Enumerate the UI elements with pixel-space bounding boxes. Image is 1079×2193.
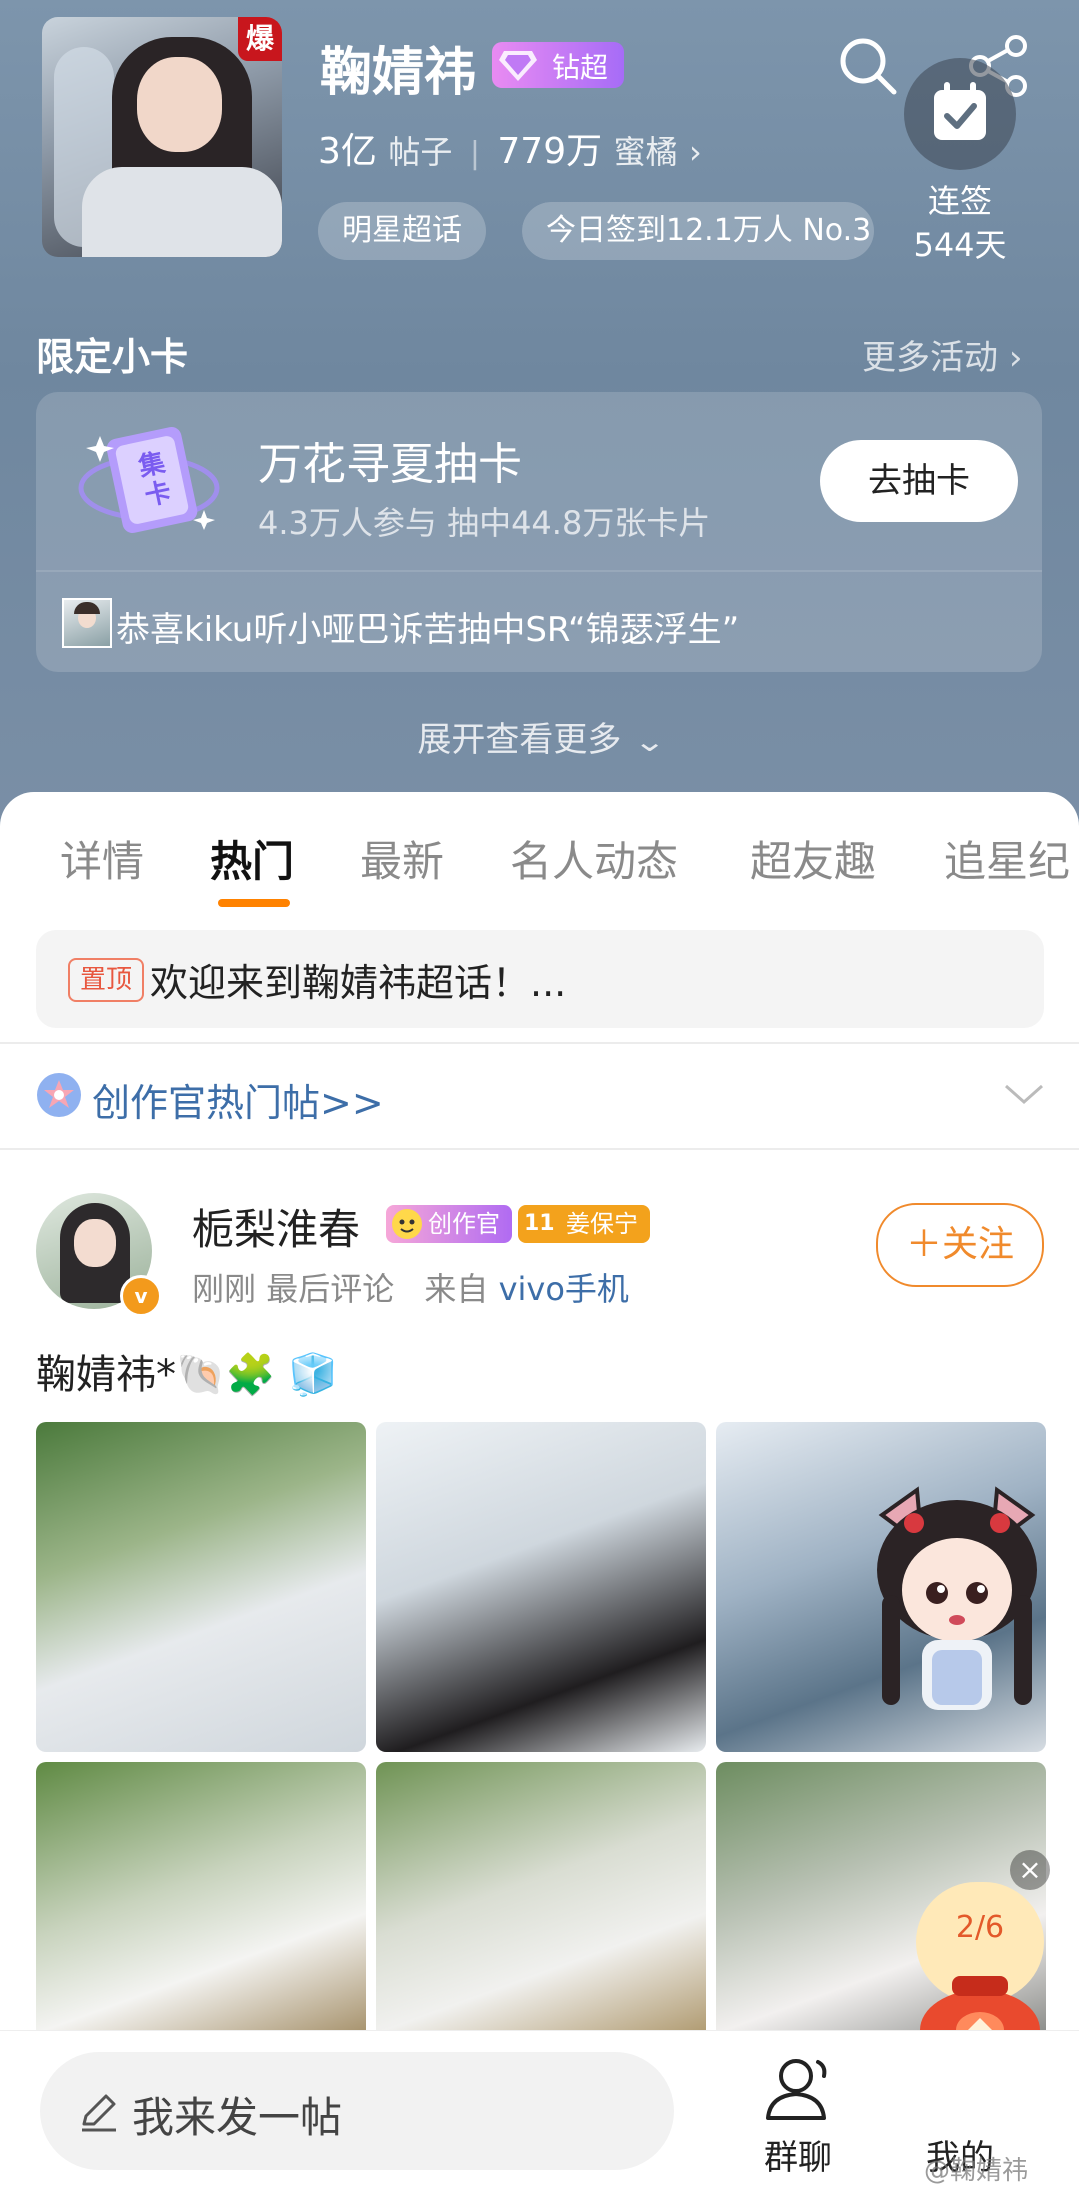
tab-fan-chronicle[interactable]: 追星纪: [944, 828, 1070, 889]
post-photo-5[interactable]: [376, 1762, 706, 2030]
flower-badge-icon: [36, 1072, 82, 1118]
topic-stats[interactable]: 3亿 帖子 | 779万 蜜橘 ›: [318, 122, 702, 174]
creator-badge: 创作官: [386, 1205, 512, 1243]
fans-count: 779万: [497, 131, 603, 172]
event-stats: 4.3万人参与 抽中44.8万张卡片: [258, 504, 711, 542]
tab-details[interactable]: 详情: [60, 828, 144, 889]
section-title-limited-card: 限定小卡: [36, 335, 189, 379]
pencil-icon: [76, 2090, 120, 2134]
checkin-label: 连签: [927, 182, 992, 220]
card-collection-icon: 集卡: [74, 418, 224, 542]
chevron-right-icon: ›: [1008, 338, 1023, 378]
winner-announcement: 恭喜kiku听小哑巴诉苦抽中SR“锦瑟浮生”: [116, 610, 740, 650]
post-source[interactable]: vivo手机: [499, 1270, 629, 1308]
posts-label: 帖子: [388, 133, 453, 171]
post-photo-2[interactable]: [376, 1422, 706, 1752]
group-chat-label[interactable]: 群聊: [750, 2130, 846, 2179]
post-username[interactable]: 栀梨淮春: [192, 1196, 360, 1257]
group-chat-icon[interactable]: [760, 2054, 836, 2124]
checkin-count-pill[interactable]: 今日签到12.1万人 No.3: [522, 202, 874, 260]
creator-hot-link[interactable]: 创作官热门帖>>: [92, 1072, 384, 1127]
posts-count: 3亿: [318, 131, 377, 172]
fans-label: 蜜橘: [613, 133, 678, 171]
fan-level-badge: 11 姜保宁: [518, 1205, 650, 1243]
hot-badge: 爆: [238, 17, 282, 61]
watermark: @鞠婧祎: [924, 2156, 1029, 2186]
post-meta: 刚刚 最后评论 来自 vivo手机: [192, 1264, 629, 1310]
calendar-check-icon: [934, 82, 986, 140]
active-tab-indicator: [218, 899, 290, 907]
chevron-down-icon[interactable]: [1000, 1076, 1048, 1112]
event-title: 万花寻夏抽卡: [258, 439, 522, 490]
post-content: 鞠婧祎*🐚🧩 🧊: [36, 1352, 339, 1398]
pinned-badge: 置顶: [68, 958, 145, 1002]
checkin-button[interactable]: [904, 58, 1016, 170]
draw-card-button[interactable]: 去抽卡: [820, 440, 1018, 522]
mascot-sticker[interactable]: [862, 1485, 1052, 1735]
search-icon[interactable]: [836, 34, 900, 98]
compose-placeholder: 我来发一帖: [132, 2093, 343, 2142]
creator-mascot-icon: [392, 1209, 422, 1239]
divider: [0, 1148, 1079, 1150]
verified-badge-icon: v: [120, 1275, 162, 1317]
pinned-text: 欢迎来到鞠婧祎超话！...: [150, 961, 567, 1005]
divider: [0, 1042, 1079, 1044]
page-title: 鞠婧祎: [320, 43, 477, 103]
level-badge: 钻超: [492, 42, 624, 88]
follow-button[interactable]: ＋关注: [876, 1203, 1044, 1287]
card-divider: [36, 570, 1042, 572]
stats-divider: |: [469, 136, 480, 171]
chevron-right-icon: ›: [689, 133, 702, 171]
winner-avatar: [62, 598, 112, 648]
tab-latest[interactable]: 最新: [360, 828, 444, 889]
tab-hot[interactable]: 热门: [210, 828, 294, 889]
lucky-counter: 2/6: [955, 1910, 1005, 1945]
post-source-prefix: 来自: [424, 1270, 489, 1308]
more-activities-link[interactable]: 更多活动 ›: [862, 330, 1022, 379]
post-last-action: 最后评论: [266, 1270, 395, 1308]
tab-celebrity-updates[interactable]: 名人动态: [510, 828, 678, 889]
tag-star-topic[interactable]: 明星超话: [318, 202, 486, 260]
chevron-down-icon: ⌄: [633, 725, 667, 758]
tab-fan-fun[interactable]: 超友趣: [750, 828, 876, 889]
checkin-days: 544天: [913, 226, 1007, 264]
diamond-icon: [499, 51, 537, 81]
post-time: 刚刚: [192, 1270, 257, 1308]
expand-more-button[interactable]: 展开查看更多 ⌄: [0, 712, 1079, 761]
post-photo-1[interactable]: [36, 1422, 366, 1752]
post-photo-4[interactable]: [36, 1762, 366, 2030]
